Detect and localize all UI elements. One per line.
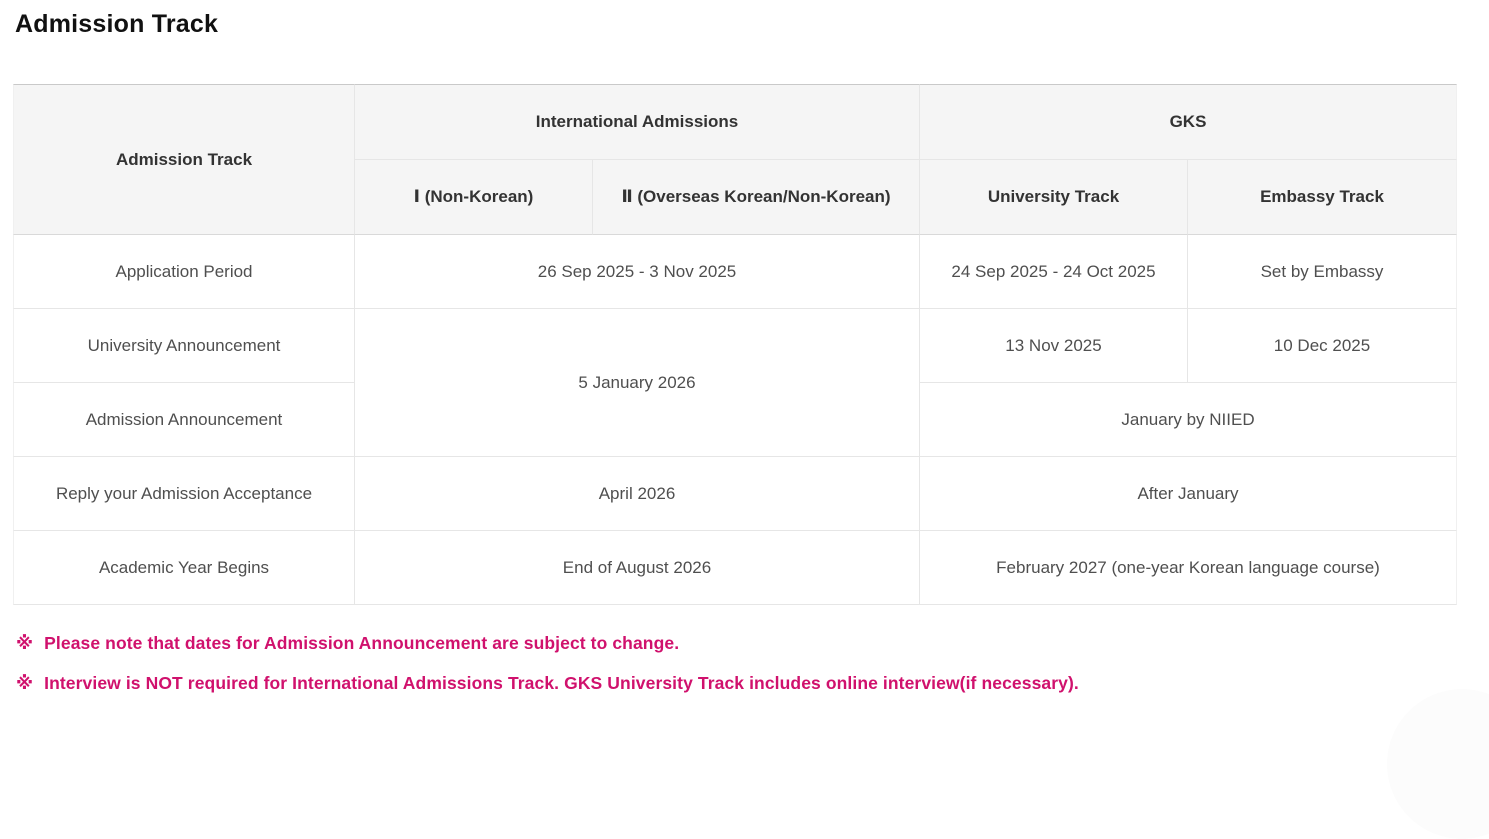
note-admission-dates: ※ Please note that dates for Admission An… bbox=[16, 633, 1489, 654]
cell-university-announcement-university-track: 13 Nov 2025 bbox=[920, 309, 1188, 383]
cell-application-period-embassy-track: Set by Embassy bbox=[1188, 235, 1457, 309]
row-label-admission-announcement: Admission Announcement bbox=[13, 383, 355, 457]
row-label-application-period: Application Period bbox=[13, 235, 355, 309]
page-title: Admission Track bbox=[15, 8, 1489, 40]
header-gks: GKS bbox=[920, 84, 1457, 160]
row-label-university-announcement: University Announcement bbox=[13, 309, 355, 383]
cell-reply-acceptance-gks: After January bbox=[920, 457, 1457, 531]
footnotes: ※ Please note that dates for Admission An… bbox=[16, 633, 1489, 694]
header-admission-track: Admission Track bbox=[13, 84, 355, 235]
row-label-reply-acceptance: Reply your Admission Acceptance bbox=[13, 457, 355, 531]
table-row-reply-acceptance: Reply your Admission Acceptance April 20… bbox=[13, 457, 1457, 531]
note-text: Interview is NOT required for Internatio… bbox=[44, 673, 1079, 693]
header-embassy-track: Embassy Track bbox=[1188, 160, 1457, 235]
scroll-top-button[interactable] bbox=[1387, 689, 1489, 839]
cell-announcement-international: 5 January 2026 bbox=[355, 309, 920, 457]
header-international-admissions: International Admissions bbox=[355, 84, 920, 160]
note-text: Please note that dates for Admission Ann… bbox=[44, 633, 679, 653]
cell-application-period-international: 26 Sep 2025 - 3 Nov 2025 bbox=[355, 235, 920, 309]
cell-academic-year-gks: February 2027 (one-year Korean language … bbox=[920, 531, 1457, 605]
reference-mark-icon: ※ bbox=[16, 673, 33, 694]
cell-reply-acceptance-international: April 2026 bbox=[355, 457, 920, 531]
header-track-1-non-korean: Ⅰ (Non-Korean) bbox=[355, 160, 593, 235]
header-university-track: University Track bbox=[920, 160, 1188, 235]
cell-application-period-university-track: 24 Sep 2025 - 24 Oct 2025 bbox=[920, 235, 1188, 309]
admission-track-page: Admission Track Admission Track Internat… bbox=[0, 0, 1489, 694]
cell-university-announcement-embassy-track: 10 Dec 2025 bbox=[1188, 309, 1457, 383]
header-track-2-overseas-korean: Ⅱ (Overseas Korean/Non-Korean) bbox=[593, 160, 920, 235]
cell-academic-year-international: End of August 2026 bbox=[355, 531, 920, 605]
table-row-university-announcement: University Announcement 5 January 2026 1… bbox=[13, 309, 1457, 383]
cell-admission-announcement-gks: January by NIIED bbox=[920, 383, 1457, 457]
table-row-academic-year-begins: Academic Year Begins End of August 2026 … bbox=[13, 531, 1457, 605]
note-interview: ※ Interview is NOT required for Internati… bbox=[16, 673, 1489, 694]
reference-mark-icon: ※ bbox=[16, 633, 33, 654]
row-label-academic-year-begins: Academic Year Begins bbox=[13, 531, 355, 605]
table-row-application-period: Application Period 26 Sep 2025 - 3 Nov 2… bbox=[13, 235, 1457, 309]
header-group-row: Admission Track International Admissions… bbox=[13, 84, 1457, 160]
admission-schedule-table: Admission Track International Admissions… bbox=[13, 84, 1457, 605]
